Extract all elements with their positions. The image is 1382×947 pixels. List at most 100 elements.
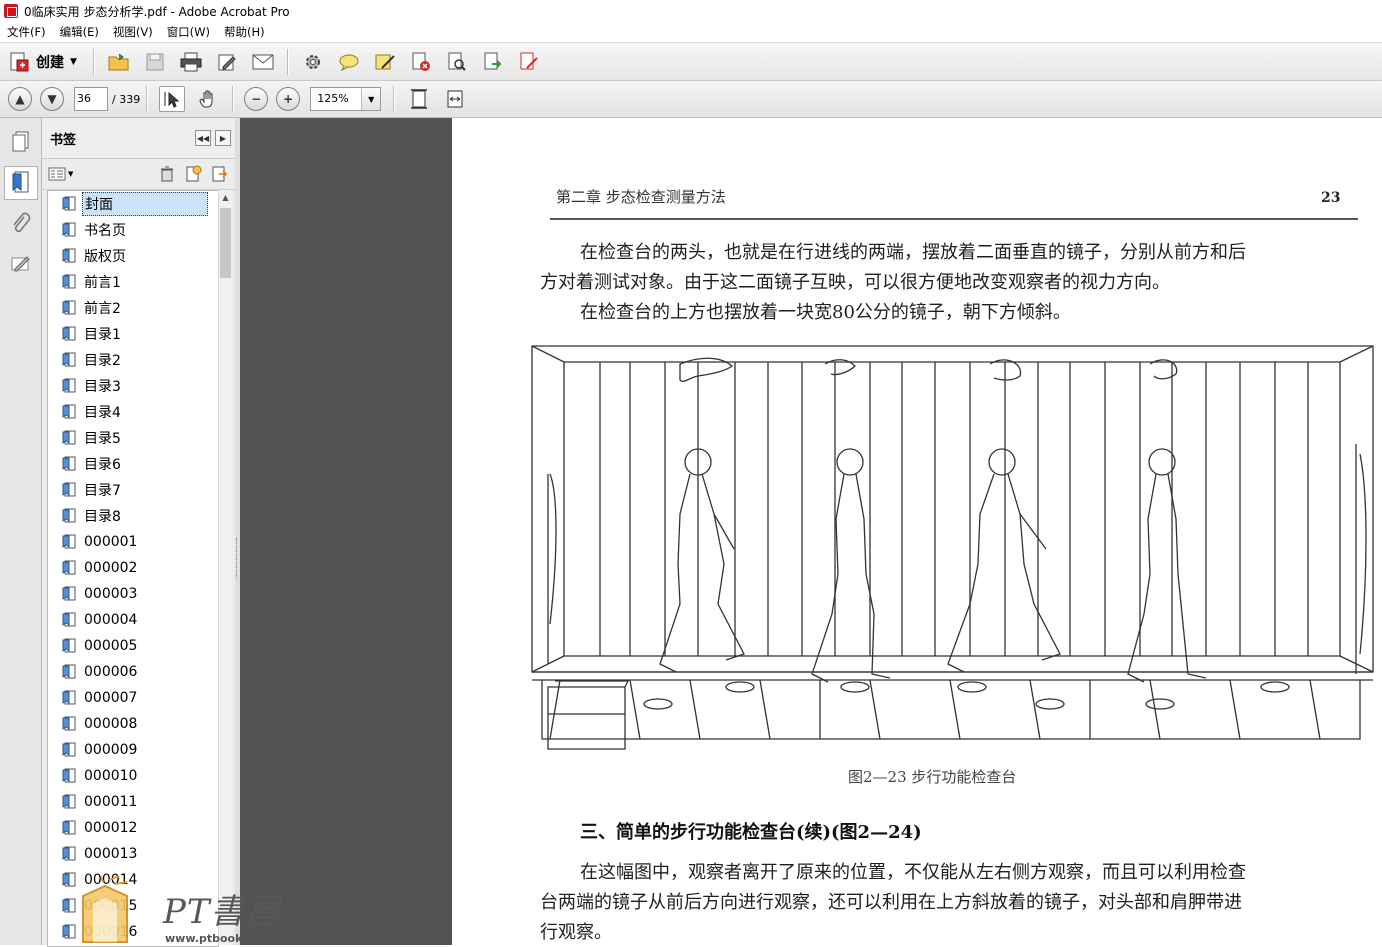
- bookmark-item[interactable]: 000008: [48, 711, 218, 737]
- menu-edit[interactable]: 编辑(E): [53, 24, 106, 40]
- form-button[interactable]: [516, 49, 542, 75]
- bookmark-icon: [62, 430, 76, 445]
- bookmark-item[interactable]: 目录3: [48, 373, 218, 399]
- collapse-panel-button[interactable]: ◀◀: [195, 130, 211, 146]
- options-list-icon: [48, 167, 66, 181]
- comment-button[interactable]: [336, 49, 362, 75]
- header-rule: [550, 218, 1358, 220]
- bookmarks-scrollbar[interactable]: ▲: [218, 190, 232, 945]
- signature-pen-icon: [11, 256, 30, 272]
- settings-button[interactable]: [300, 49, 326, 75]
- bookmarks-button[interactable]: [3, 166, 38, 200]
- zoom-value: 125%: [317, 92, 349, 105]
- edit-document-button[interactable]: [214, 49, 240, 75]
- bookmark-item[interactable]: 000009: [48, 737, 218, 763]
- redact-button[interactable]: [408, 49, 434, 75]
- document-area[interactable]: 第二章 步态检查测量方法 23 在检查台的两头，也就是在行进线的两端，摆放着二面…: [240, 118, 1382, 945]
- bookmark-item[interactable]: 000012: [48, 815, 218, 841]
- bookmark-item[interactable]: 000013: [48, 841, 218, 867]
- attachments-button[interactable]: [5, 208, 37, 240]
- bookmark-item[interactable]: 000006: [48, 659, 218, 685]
- save-icon: [146, 53, 164, 70]
- next-page-button[interactable]: ▼: [40, 87, 64, 111]
- bookmark-label: 000004: [84, 612, 138, 628]
- signatures-button[interactable]: [5, 248, 37, 280]
- bookmark-icon: [62, 768, 76, 783]
- scroll-up-icon[interactable]: ▲: [219, 190, 232, 204]
- zoom-select[interactable]: 125% ▼: [310, 87, 382, 111]
- bookmark-item[interactable]: 前言1: [48, 269, 218, 295]
- bookmark-icon: [62, 924, 76, 939]
- fit-page-icon: [411, 89, 428, 109]
- bookmark-item[interactable]: 目录2: [48, 347, 218, 373]
- bookmark-icon: [62, 664, 76, 679]
- page-number-input[interactable]: 36: [74, 87, 108, 111]
- find-button[interactable]: [444, 49, 470, 75]
- sign-button[interactable]: [372, 49, 398, 75]
- page-thumbnails-icon: [12, 131, 28, 152]
- bookmark-item[interactable]: 000002: [48, 555, 218, 581]
- paragraph-line: 台两端的镜子从前后方向进行观察，还可以利用在上方斜放着的镜子，对头部和肩胛带进: [540, 892, 1242, 913]
- menu-view[interactable]: 视图(V): [106, 24, 160, 40]
- hand-tool-button[interactable]: [195, 86, 221, 112]
- fit-width-button[interactable]: [442, 86, 468, 112]
- menu-file[interactable]: 文件(F): [0, 24, 53, 40]
- window-title: 0临床实用 步态分析学.pdf - Adobe Acrobat Pro: [24, 4, 290, 19]
- bookmark-item[interactable]: 书名页: [48, 217, 218, 243]
- menu-help[interactable]: 帮助(H): [217, 24, 272, 40]
- create-pdf-icon: [10, 52, 29, 71]
- bookmark-label: 000008: [84, 716, 138, 732]
- chevron-down-icon[interactable]: ▼: [361, 88, 381, 110]
- zoom-in-button[interactable]: +: [276, 87, 301, 111]
- scroll-thumb[interactable]: [220, 208, 231, 278]
- cursor-select-icon: [164, 91, 180, 108]
- delete-bookmark-button[interactable]: [157, 164, 177, 184]
- bookmark-item[interactable]: 目录4: [48, 399, 218, 425]
- open-button[interactable]: [106, 49, 132, 75]
- paragraph-line: 在检查台的上方也摆放着一块宽80公分的镜子，朝下方倾斜。: [580, 302, 1071, 323]
- page-thumbnails-button[interactable]: [5, 126, 37, 158]
- expand-bookmark-button[interactable]: [209, 164, 229, 184]
- bookmark-item[interactable]: 目录8: [48, 503, 218, 529]
- bookmark-icon: [62, 196, 76, 211]
- bookmark-item[interactable]: 前言2: [48, 295, 218, 321]
- bookmark-label: 封面: [82, 192, 208, 216]
- bookmark-item[interactable]: 目录1: [48, 321, 218, 347]
- bookmark-item[interactable]: 000005: [48, 633, 218, 659]
- save-button[interactable]: [142, 49, 168, 75]
- bookmark-label: 目录4: [84, 405, 121, 421]
- bookmark-icon: [62, 638, 76, 653]
- bookmark-label: 000002: [84, 560, 138, 576]
- page-total: / 339: [112, 92, 141, 106]
- create-button[interactable]: 创建 ▼: [8, 51, 77, 73]
- fit-page-button[interactable]: [406, 86, 432, 112]
- bookmark-item[interactable]: 目录5: [48, 425, 218, 451]
- bookmark-icon: [62, 872, 76, 887]
- new-bookmark-button[interactable]: [183, 164, 203, 184]
- bookmark-item[interactable]: 版权页: [48, 243, 218, 269]
- bookmark-item[interactable]: 000011: [48, 789, 218, 815]
- bookmark-item[interactable]: 目录6: [48, 451, 218, 477]
- bookmark-item[interactable]: 封面: [48, 191, 218, 217]
- bookmark-item[interactable]: 目录7: [48, 477, 218, 503]
- zoom-out-button[interactable]: −: [244, 87, 269, 111]
- bookmark-options-button[interactable]: ▼: [48, 167, 157, 181]
- menu-window[interactable]: 窗口(W): [160, 24, 217, 40]
- print-button[interactable]: [178, 49, 204, 75]
- bookmarks-list: 封面 书名页 版权页 前言1 前言2 目录1 目录2 目录3 目录4 目录5 目录6 目录7 目录8 00…: [47, 190, 219, 947]
- bookmark-icon: [62, 222, 76, 237]
- pdf-page[interactable]: 第二章 步态检查测量方法 23 在检查台的两头，也就是在行进线的两端，摆放着二面…: [452, 118, 1382, 945]
- bookmark-item[interactable]: 000004: [48, 607, 218, 633]
- bookmark-item[interactable]: 000003: [48, 581, 218, 607]
- bookmark-icon: [62, 326, 76, 341]
- bookmark-label: 000009: [84, 742, 138, 758]
- bookmark-item[interactable]: 000007: [48, 685, 218, 711]
- bookmarks-title: 书签: [50, 132, 77, 148]
- bookmark-item[interactable]: 000001: [48, 529, 218, 555]
- export-button[interactable]: [480, 49, 506, 75]
- email-button[interactable]: [250, 49, 276, 75]
- select-tool-button[interactable]: [159, 86, 186, 112]
- previous-page-button[interactable]: ▲: [8, 87, 32, 111]
- bookmark-item[interactable]: 000010: [48, 763, 218, 789]
- panel-menu-button[interactable]: ▶: [215, 130, 231, 146]
